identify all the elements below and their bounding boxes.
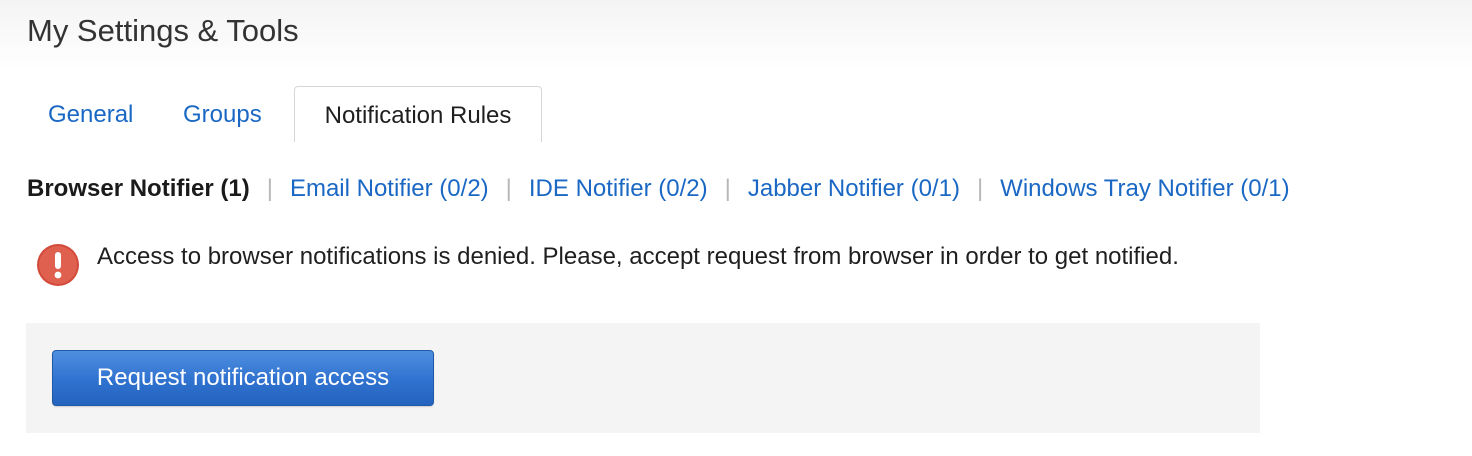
notifier-separator: | [976,175,984,202]
notifier-tab-ide[interactable]: IDE Notifier (0/2) [529,173,708,205]
tab-notification-rules[interactable]: Notification Rules [294,86,542,142]
notifier-tab-email[interactable]: Email Notifier (0/2) [290,173,489,205]
notifier-tab-jabber[interactable]: Jabber Notifier (0/1) [748,173,960,205]
tab-groups[interactable]: Groups [183,86,262,142]
notifier-tab-windows-tray[interactable]: Windows Tray Notifier (0/1) [1000,173,1289,205]
alert-message: Access to browser notifications is denie… [97,243,1179,270]
exclamation-icon [37,244,79,286]
page-title: My Settings & Tools [27,13,299,48]
settings-tabs: General Groups Notification Rules [26,86,1246,142]
notifier-separator: | [724,175,731,202]
notifier-tab-browser: Browser Notifier (1) [27,175,250,202]
notifier-nav: Browser Notifier (1) | Email Notifier (0/2… [27,173,1290,205]
notifier-separator: | [505,175,512,202]
notifier-separator: | [266,175,273,202]
action-panel: Request notification access [26,323,1260,433]
request-notification-access-button[interactable]: Request notification access [52,350,434,406]
tab-general[interactable]: General [48,86,133,142]
